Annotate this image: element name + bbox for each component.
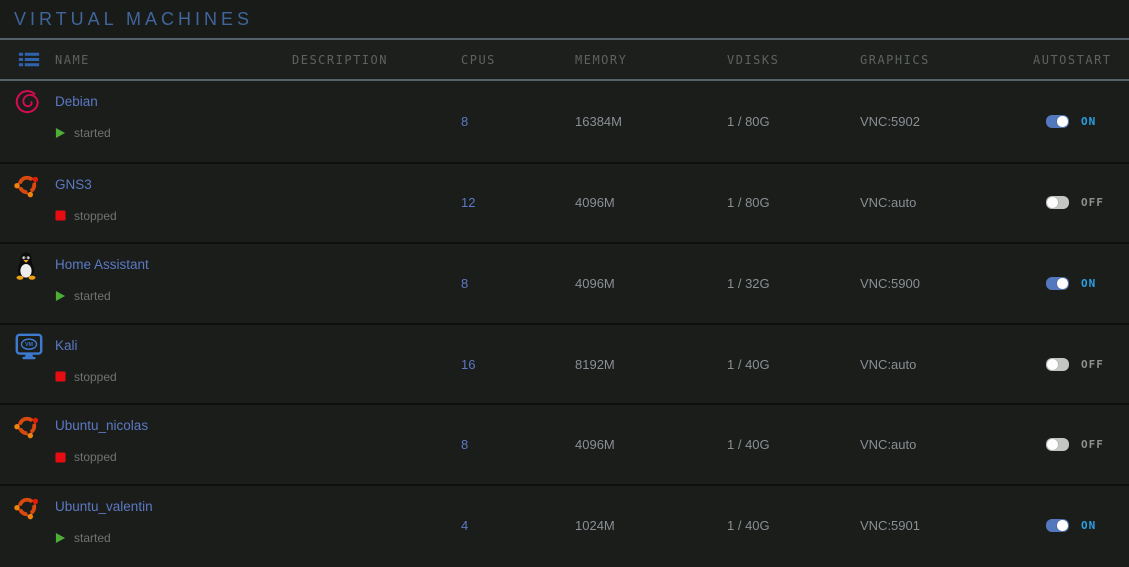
play-icon: [55, 532, 66, 544]
table-row: Ubuntu_valentin started 4 1024M 1 / 40G …: [0, 484, 1129, 565]
vm-memory: 16384M: [575, 81, 727, 162]
linux-tux-logo[interactable]: [13, 251, 39, 280]
toggle-knob: [1047, 197, 1058, 208]
toggle-knob: [1057, 520, 1068, 531]
debian-logo[interactable]: [13, 88, 41, 116]
vm-state: started: [55, 126, 111, 140]
stop-icon: [55, 452, 66, 463]
autostart-toggle[interactable]: [1046, 358, 1069, 371]
vm-memory: 4096M: [575, 164, 727, 243]
vm-description: [292, 486, 461, 565]
vm-name-link[interactable]: Home Assistant: [55, 257, 149, 273]
column-header-autostart: AUTOSTART: [1033, 53, 1129, 67]
vm-description: [292, 244, 461, 323]
stop-icon: [55, 371, 66, 382]
column-header-memory: MEMORY: [575, 53, 727, 67]
vm-state: started: [55, 531, 111, 545]
autostart-toggle[interactable]: [1046, 115, 1069, 128]
ubuntu-logo[interactable]: [13, 412, 41, 440]
ubuntu-logo[interactable]: [13, 171, 41, 199]
table-row: Debian started 8 16384M 1 / 80G VNC:5902…: [0, 81, 1129, 162]
autostart-state-label: ON: [1081, 519, 1096, 532]
column-header-name: NAME: [55, 53, 292, 67]
vm-description: [292, 325, 461, 404]
vm-vdisks: 1 / 40G: [727, 405, 860, 484]
table-header: NAME DESCRIPTION CPUS MEMORY VDISKS GRAP…: [0, 40, 1129, 81]
vm-description: [292, 164, 461, 243]
vm-name-link[interactable]: GNS3: [55, 177, 92, 193]
vm-cpus-link[interactable]: 8: [461, 114, 468, 129]
vm-description: [292, 81, 461, 162]
vm-graphics: VNC:5902: [860, 81, 1033, 162]
play-icon: [55, 290, 66, 302]
autostart-state-label: OFF: [1081, 438, 1104, 451]
vm-graphics: VNC:auto: [860, 405, 1033, 484]
vm-cpus-link[interactable]: 4: [461, 518, 468, 533]
vm-cpus-link[interactable]: 8: [461, 276, 468, 291]
vm-vdisks: 1 / 40G: [727, 486, 860, 565]
vm-state-label: started: [74, 289, 111, 303]
autostart-toggle[interactable]: [1046, 519, 1069, 532]
vm-name-link[interactable]: Debian: [55, 94, 98, 110]
vm-state: stopped: [55, 450, 117, 464]
vm-cpus-link[interactable]: 8: [461, 437, 468, 452]
vm-state: stopped: [55, 209, 117, 223]
vm-cpus-link[interactable]: 16: [461, 357, 475, 372]
list-view-icon: [18, 51, 40, 68]
toggle-knob: [1047, 359, 1058, 370]
column-header-graphics: GRAPHICS: [860, 53, 1033, 67]
svg-text:VM: VM: [25, 342, 33, 348]
ubuntu-logo[interactable]: [13, 493, 41, 521]
vm-graphics: VNC:auto: [860, 164, 1033, 243]
autostart-state-label: ON: [1081, 277, 1096, 290]
autostart-toggle[interactable]: [1046, 196, 1069, 209]
vm-name-link[interactable]: Ubuntu_valentin: [55, 499, 153, 515]
vm-name-link[interactable]: Ubuntu_nicolas: [55, 418, 148, 434]
table-row: Ubuntu_nicolas stopped 8 4096M 1 / 40G V…: [0, 403, 1129, 484]
vm-state-label: started: [74, 126, 111, 140]
vm-name-link[interactable]: Kali: [55, 338, 78, 354]
vm-graphics: VNC:5901: [860, 486, 1033, 565]
play-icon: [55, 127, 66, 139]
vm-state-label: started: [74, 531, 111, 545]
vm-memory: 8192M: [575, 325, 727, 404]
virtual-machines-title-band: VIRTUAL MACHINES: [0, 0, 1129, 40]
vm-graphics: VNC:5900: [860, 244, 1033, 323]
column-header-cpus: CPUS: [461, 53, 575, 67]
toggle-knob: [1047, 439, 1058, 450]
autostart-toggle[interactable]: [1046, 277, 1069, 290]
stop-icon: [55, 210, 66, 221]
toggle-knob: [1057, 278, 1068, 289]
vm-cpus-link[interactable]: 12: [461, 195, 475, 210]
page-title: VIRTUAL MACHINES: [14, 9, 253, 30]
vm-vdisks: 1 / 80G: [727, 81, 860, 162]
vm-state-label: stopped: [74, 450, 117, 464]
vm-table: Debian started 8 16384M 1 / 80G VNC:5902…: [0, 81, 1129, 565]
vm-vdisks: 1 / 80G: [727, 164, 860, 243]
table-row: VM Kali stopped 16 8192M 1 / 40G VNC:aut…: [0, 323, 1129, 404]
column-header-description: DESCRIPTION: [292, 53, 461, 67]
vm-state: started: [55, 289, 111, 303]
vm-memory: 4096M: [575, 405, 727, 484]
vm-memory: 1024M: [575, 486, 727, 565]
table-row: GNS3 stopped 12 4096M 1 / 80G VNC:auto O…: [0, 162, 1129, 243]
toggle-knob: [1057, 116, 1068, 127]
vm-description: [292, 405, 461, 484]
autostart-state-label: OFF: [1081, 196, 1104, 209]
autostart-state-label: OFF: [1081, 358, 1104, 371]
table-row: Home Assistant started 8 4096M 1 / 32G V…: [0, 242, 1129, 323]
vm-state: stopped: [55, 370, 117, 384]
vm-graphics: VNC:auto: [860, 325, 1033, 404]
vm-vdisks: 1 / 32G: [727, 244, 860, 323]
vm-state-label: stopped: [74, 370, 117, 384]
autostart-state-label: ON: [1081, 115, 1096, 128]
vm-memory: 4096M: [575, 244, 727, 323]
vm-monitor-icon[interactable]: VM: [13, 332, 45, 362]
vm-state-label: stopped: [74, 209, 117, 223]
column-header-vdisks: VDISKS: [727, 53, 860, 67]
vm-vdisks: 1 / 40G: [727, 325, 860, 404]
autostart-toggle[interactable]: [1046, 438, 1069, 451]
